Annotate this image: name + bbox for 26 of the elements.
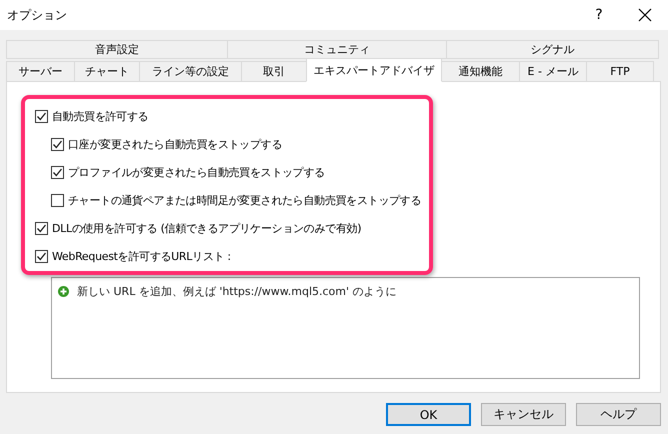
add-icon (58, 286, 69, 297)
tab[interactable]: FTP (586, 61, 654, 82)
checkbox-label: WebRequestを許可するURLリスト : (52, 249, 231, 264)
checkbox[interactable] (35, 110, 48, 123)
dialog-button[interactable]: OK (386, 403, 471, 426)
checkbox[interactable] (35, 222, 48, 235)
checkbox-label: チャートの通貨ペアまたは時間足が変更されたら自動売買をストップする (68, 193, 422, 208)
checkbox-label: プロファイルが変更されたら自動売買をストップする (68, 165, 325, 180)
tab[interactable]: サーバー (6, 61, 75, 82)
checkbox[interactable] (51, 194, 64, 207)
tab[interactable]: コミュニティ (227, 40, 447, 59)
url-list[interactable]: 新しい URL を追加、例えば 'https://www.mql5.com' のように (51, 277, 640, 379)
tab[interactable]: 音声設定 (6, 40, 228, 59)
dialog-button[interactable]: ヘルプ (576, 403, 661, 426)
checkbox[interactable] (35, 250, 48, 263)
checkbox-label: 口座が変更されたら自動売買をストップする (68, 137, 282, 152)
tab[interactable]: エキスパートアドバイザ (306, 58, 442, 82)
dialog-button[interactable]: キャンセル (481, 403, 566, 426)
url-hint[interactable]: 新しい URL を追加、例えば 'https://www.mql5.com' のように (77, 284, 397, 299)
close-icon (638, 8, 652, 22)
window-title: オプション (6, 6, 68, 24)
checkbox[interactable] (51, 166, 64, 179)
checkbox-label: 自動売買を許可する (52, 109, 148, 124)
checkbox-label: DLLの使用を許可する (信頼できるアプリケーションのみで有効) (52, 221, 362, 236)
tab[interactable]: シグナル (446, 40, 659, 59)
checkbox[interactable] (51, 138, 64, 151)
